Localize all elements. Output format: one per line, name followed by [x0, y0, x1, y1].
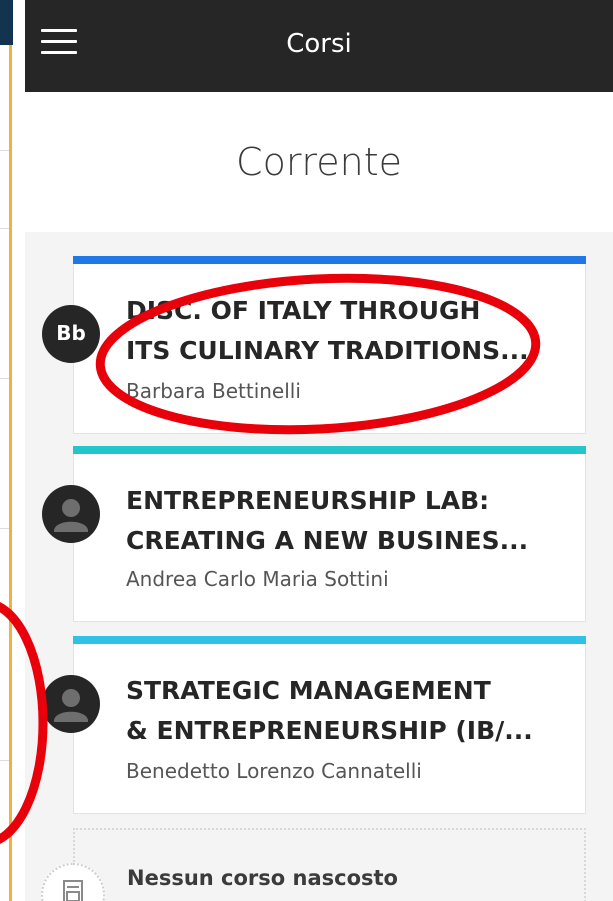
course-title-line2: & ENTREPRENEURSHIP (IB/... — [126, 716, 533, 745]
course-accent-bar — [73, 256, 586, 264]
section-title: Corrente — [236, 140, 402, 184]
course-title-line1: DISC. OF ITALY THROUGH — [126, 296, 481, 325]
divider — [0, 760, 9, 761]
course-title: DISC. OF ITALY THROUGH ITS CULINARY TRAD… — [126, 291, 586, 371]
divider — [0, 378, 9, 379]
hidden-courses-card[interactable]: Nessun corso nascosto — [41, 828, 586, 901]
course-instructor: Benedetto Lorenzo Cannatelli — [126, 759, 422, 783]
course-title-line1: ENTREPRENEURSHIP LAB: — [126, 486, 490, 515]
hidden-courses-label: Nessun corso nascosto — [127, 866, 398, 890]
previous-accent-edge — [9, 45, 12, 901]
course-card-strategic-management[interactable]: STRATEGIC MANAGEMENT & ENTREPRENEURSHIP … — [42, 636, 586, 814]
document-icon — [41, 863, 105, 901]
courses-screen: Corsi Corrente Bb DISC. OF ITALY THROUGH… — [25, 0, 613, 901]
course-card-culinary[interactable]: Bb DISC. OF ITALY THROUGH ITS CULINARY T… — [42, 256, 586, 434]
divider — [0, 228, 9, 229]
course-title: ENTREPRENEURSHIP LAB: CREATING A NEW BUS… — [126, 481, 586, 561]
person-icon-shape — [54, 499, 88, 532]
course-title-line1: STRATEGIC MANAGEMENT — [126, 676, 491, 705]
divider — [0, 150, 9, 151]
top-app-bar: Corsi — [25, 0, 613, 92]
person-icon — [42, 485, 100, 543]
course-card-entrepreneurship-lab[interactable]: ENTREPRENEURSHIP LAB: CREATING A NEW BUS… — [42, 446, 586, 622]
person-icon — [42, 675, 100, 733]
previous-screen-edge — [0, 0, 13, 901]
course-instructor: Andrea Carlo Maria Sottini — [126, 567, 389, 591]
course-title: STRATEGIC MANAGEMENT & ENTREPRENEURSHIP … — [126, 671, 586, 751]
document-icon-shape — [63, 880, 83, 901]
divider — [0, 608, 9, 609]
course-title-line2: ITS CULINARY TRADITIONS... — [126, 336, 529, 365]
course-accent-bar — [73, 636, 586, 644]
person-icon-shape — [54, 689, 88, 722]
divider — [0, 528, 9, 529]
page-title: Corsi — [286, 29, 352, 59]
avatar-initials: Bb — [56, 321, 86, 345]
course-accent-bar — [73, 446, 586, 454]
course-title-line2: CREATING A NEW BUSINES... — [126, 526, 529, 555]
course-instructor: Barbara Bettinelli — [126, 379, 301, 403]
previous-header-edge — [0, 0, 13, 45]
avatar: Bb — [42, 305, 100, 363]
